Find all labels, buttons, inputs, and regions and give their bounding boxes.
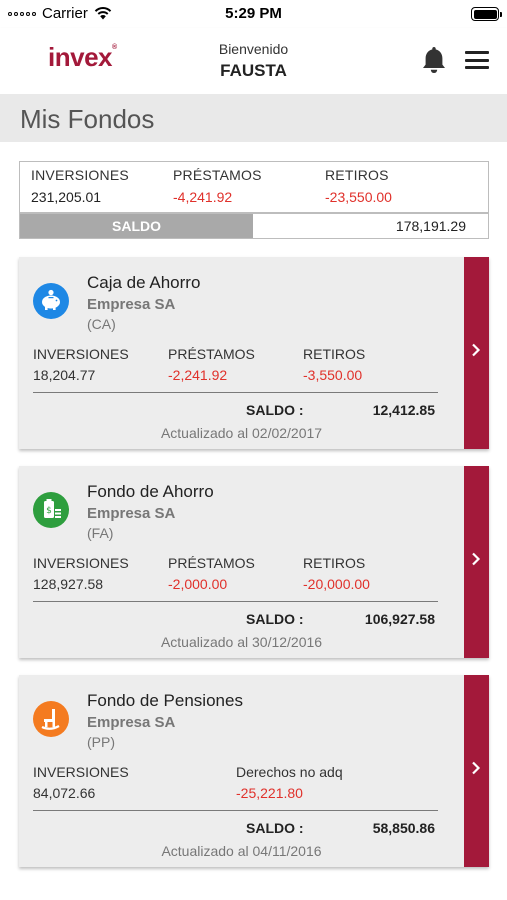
fund-prestamos-value: -2,241.92 [168,367,228,383]
fund-prestamos: PRÉSTAMOS -2,241.92 [168,346,255,383]
fund-inversiones-label: INVERSIONES [33,346,129,362]
fund-derechos-label: Derechos no adq [236,764,343,780]
fund-detail-button[interactable] [464,257,489,449]
fund-prestamos: PRÉSTAMOS -2,000.00 [168,555,255,592]
fund-name: Fondo de Ahorro [87,482,214,501]
battery-icon [471,7,502,21]
summary-box: INVERSIONES 231,205.01 PRÉSTAMOS -4,241.… [19,161,489,213]
fund-company: Empresa SA [87,505,176,522]
fund-inversiones-value: 84,072.66 [33,785,96,801]
app-header: invex® Bienvenido FAUSTA [0,28,507,94]
fund-card-fondo-de-ahorro[interactable]: $ Fondo de Ahorro Empresa SA (FA) INVERS… [19,466,489,658]
chevron-right-icon [472,552,481,566]
fund-inversiones: INVERSIONES 84,072.66 [33,764,129,801]
fund-updated-date: Actualizado al 02/02/2017 [160,425,323,441]
fund-card-fondo-de-pensiones[interactable]: Fondo de Pensiones Empresa SA (PP) INVER… [19,675,489,867]
fund-saldo-value: 106,927.58 [364,611,435,627]
status-bar: Carrier 5:29 PM [0,0,507,28]
summary-retiros: RETIROS -23,550.00 [325,167,392,205]
summary-saldo-bar: SALDO 178,191.29 [19,213,489,239]
summary-saldo-label: SALDO [20,214,253,238]
fund-retiros-label: RETIROS [303,346,366,362]
rocking-chair-icon [33,701,69,737]
fund-name: Caja de Ahorro [87,273,201,292]
fund-saldo-label: SALDO : [246,611,304,627]
fund-card-caja-de-ahorro[interactable]: Caja de Ahorro Empresa SA (CA) INVERSION… [19,257,489,449]
bell-icon[interactable] [421,45,447,75]
fund-retiros: RETIROS -3,550.00 [303,346,365,383]
fund-inversiones-label: INVERSIONES [33,555,129,571]
fund-prestamos-value: -2,000.00 [168,576,228,592]
summary-inversiones-value: 231,205.01 [31,189,102,205]
summary-retiros-label: RETIROS [325,167,389,183]
fund-inversiones: INVERSIONES 18,204.77 [33,346,129,383]
fund-company: Empresa SA [87,714,176,731]
fund-inversiones-value: 128,927.58 [33,576,104,592]
svg-text:$: $ [46,506,52,516]
fund-prestamos-label: PRÉSTAMOS [168,346,255,362]
fund-saldo-value: 12,412.85 [372,402,435,418]
fund-detail-button[interactable] [464,466,489,658]
summary-retiros-value: -23,550.00 [325,189,392,205]
summary-prestamos-value: -4,241.92 [173,189,233,205]
fund-retiros-value: -20,000.00 [303,576,370,592]
chevron-right-icon [472,761,481,775]
fund-detail-button[interactable] [464,675,489,867]
fund-retiros-label: RETIROS [303,555,366,571]
fund-saldo-label: SALDO : [246,820,304,836]
money-stack-icon: $ [33,492,69,528]
fund-inversiones-label: INVERSIONES [33,764,129,780]
fund-inversiones: INVERSIONES 128,927.58 [33,555,129,592]
summary-prestamos: PRÉSTAMOS -4,241.92 [173,167,262,205]
title-band: Mis Fondos [0,94,507,142]
fund-saldo-label: SALDO : [246,402,304,418]
piggy-bank-icon [33,283,69,319]
fund-retiros-value: -3,550.00 [303,367,363,383]
summary-prestamos-label: PRÉSTAMOS [173,167,262,183]
fund-retiros: RETIROS -20,000.00 [303,555,370,592]
status-time: 5:29 PM [225,5,282,22]
divider [33,810,438,811]
fund-code: (PP) [87,734,115,750]
chevron-right-icon [472,343,481,357]
fund-code: (FA) [87,525,114,541]
summary-inversiones: INVERSIONES 231,205.01 [31,167,129,205]
fund-name: Fondo de Pensiones [87,691,243,710]
hamburger-menu-icon[interactable] [465,51,489,69]
divider [33,392,438,393]
summary-saldo-value: 178,191.29 [395,218,466,234]
fund-derechos: Derechos no adq -25,221.80 [236,764,343,801]
divider [33,601,438,602]
fund-derechos-value: -25,221.80 [236,785,303,801]
fund-updated-date: Actualizado al 04/11/2016 [161,843,322,859]
summary-inversiones-label: INVERSIONES [31,167,129,183]
fund-prestamos-label: PRÉSTAMOS [168,555,255,571]
fund-inversiones-value: 18,204.77 [33,367,96,383]
fund-saldo-value: 58,850.86 [372,820,435,836]
fund-code: (CA) [87,316,116,332]
fund-company: Empresa SA [87,296,176,313]
fund-updated-date: Actualizado al 30/12/2016 [160,634,323,650]
page-title: Mis Fondos [20,104,155,134]
